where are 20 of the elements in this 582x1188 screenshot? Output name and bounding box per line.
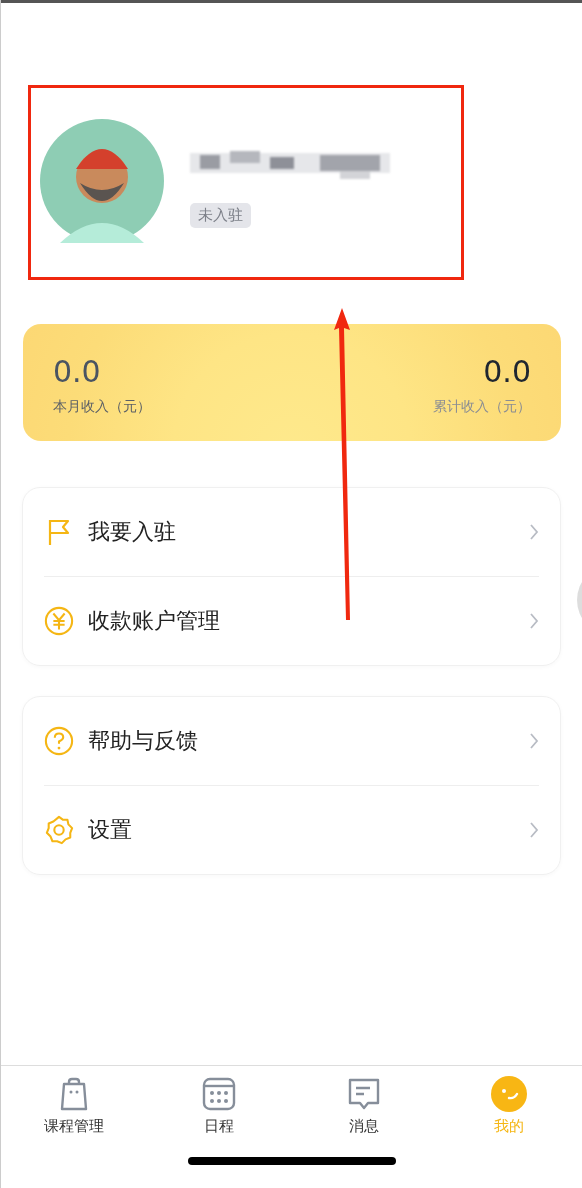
status-badge: 未入驻: [190, 203, 251, 228]
income-label: 本月收入（元）: [53, 398, 151, 416]
income-label: 累计收入（元）: [433, 398, 531, 416]
chevron-icon: [529, 523, 539, 541]
tab[interactable]: 消息: [291, 1076, 437, 1154]
menu-item[interactable]: 帮助与反馈: [44, 697, 539, 785]
help-icon: [44, 726, 74, 756]
menu-item[interactable]: 我要入驻: [44, 488, 539, 576]
chevron-icon: [529, 821, 539, 839]
chevron-icon: [529, 612, 539, 630]
menu-item[interactable]: 设置: [44, 785, 539, 874]
chevron-icon: [529, 732, 539, 750]
income-value: 0.0: [483, 354, 531, 390]
tab[interactable]: 课程管理: [1, 1076, 147, 1154]
settings-icon: [44, 815, 74, 845]
smile-icon: [491, 1076, 528, 1112]
income-value: 0.0: [53, 354, 102, 390]
calendar-icon: [200, 1076, 237, 1112]
yen-icon: [44, 606, 74, 636]
tab[interactable]: 日程: [146, 1076, 292, 1154]
